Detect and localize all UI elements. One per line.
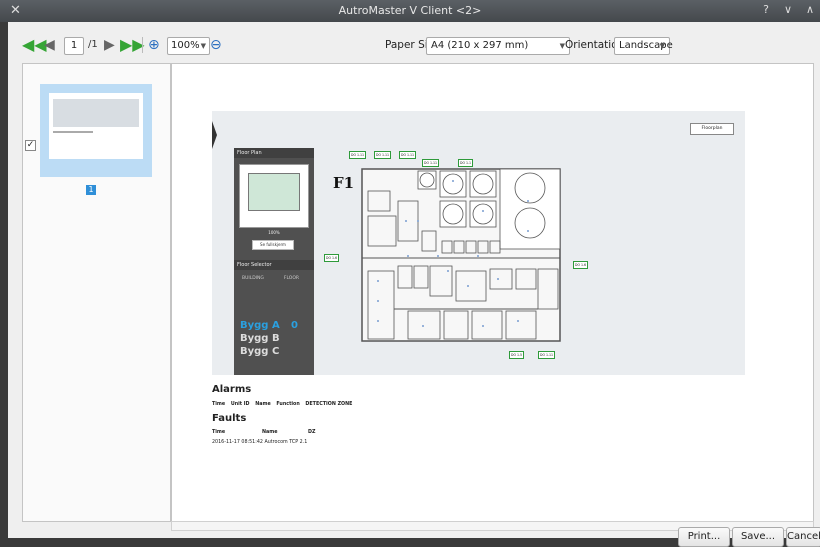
title-bar: ✕ AutroMaster V Client <2> ? ∨ ∧ xyxy=(0,0,820,22)
fault-col-dz: DZ xyxy=(308,430,316,435)
first-page-icon[interactable]: ◀◀ xyxy=(22,35,47,55)
detector-tag: DO 1.11 xyxy=(538,351,556,359)
help-button[interactable]: ? xyxy=(760,3,772,16)
alarms-table-header: Time Unit ID Name Function DETECTION ZON… xyxy=(212,402,356,407)
window-title: AutroMaster V Client <2> xyxy=(338,4,482,17)
paper-size-value: A4 (210 x 297 mm) xyxy=(431,40,529,51)
building-b: Bygg B xyxy=(240,333,280,344)
print-preview-window: ◀◀ ◀ 1 /1 ▶ ▶▶ ⊕ 100% ▼ ⊖ Paper Size: A4 … xyxy=(8,22,820,547)
detector-tag: DO 1.1 xyxy=(458,159,474,167)
thumbnail-image xyxy=(53,99,139,127)
zoom-select[interactable]: 100% ▼ xyxy=(167,37,210,55)
floor-plan-drawing xyxy=(361,168,561,342)
page-preview: Floorplan Floor Plan 100% Se fullskjerm … xyxy=(171,63,814,522)
zoom-in-icon[interactable]: ⊕ xyxy=(148,35,160,55)
page-number-input[interactable]: 1 xyxy=(64,37,84,55)
page-total: /1 xyxy=(88,39,98,50)
detector-tag: DO 1.11 xyxy=(399,151,417,159)
thumbnail-page xyxy=(49,93,143,159)
detector-tag: DO 1.6 xyxy=(324,254,340,262)
minimize-button[interactable]: ∨ xyxy=(782,3,794,16)
alarm-col-unit: Unit ID xyxy=(230,402,250,407)
alarm-col-function: Function xyxy=(276,402,300,407)
mini-zoom-text: 100% xyxy=(268,230,280,235)
thumbnail-panel: ✓ 1 xyxy=(22,63,171,522)
table-row: 2016-11-17 08:51:42 Autrocom TCP 2.1 xyxy=(212,440,307,445)
alarm-col-zone: DETECTION ZONE xyxy=(305,402,353,407)
fault-col-name: Name xyxy=(262,430,278,435)
detector-tag: DO 1.6 xyxy=(573,261,589,269)
alarms-title: Alarms xyxy=(212,384,252,395)
faults-title: Faults xyxy=(212,413,247,424)
snapshot-tab-marker xyxy=(212,121,217,149)
floor-plan-header: Floor Plan xyxy=(234,148,314,158)
prev-page-icon[interactable]: ◀ xyxy=(44,35,55,55)
chevron-down-icon: ▼ xyxy=(200,42,206,50)
zoom-out-icon[interactable]: ⊖ xyxy=(210,35,222,55)
floor-selector-columns: BUILDING FLOOR xyxy=(242,276,319,281)
detector-tag: DO 1.11 xyxy=(349,151,367,159)
building-column: BUILDING xyxy=(242,276,264,281)
paper-size-select[interactable]: A4 (210 x 297 mm) ▼ xyxy=(426,37,570,55)
chevron-down-icon: ▼ xyxy=(659,42,665,50)
print-button[interactable]: Print... xyxy=(678,527,730,547)
save-button[interactable]: Save... xyxy=(732,527,784,547)
zoom-value: 100% xyxy=(171,40,200,51)
mini-map xyxy=(239,164,309,228)
building-c: Bygg C xyxy=(240,346,280,357)
floor-label: F1 xyxy=(333,174,355,192)
floorplan-button: Floorplan xyxy=(690,123,734,135)
detector-tag: DO 1.5 xyxy=(509,351,525,359)
alarm-col-time: Time xyxy=(212,402,226,407)
fullscreen-button: Se fullskjerm xyxy=(252,240,294,250)
active-floor: 0 xyxy=(291,320,298,331)
last-page-icon[interactable]: ▶▶ xyxy=(120,35,145,55)
thumbnail-text xyxy=(53,131,93,157)
detector-tag: DO 1.11 xyxy=(422,159,440,167)
detector-tag: DO 1.11 xyxy=(374,151,392,159)
floor-selector-header: Floor Selector xyxy=(234,260,314,270)
next-page-icon[interactable]: ▶ xyxy=(104,35,115,55)
toolbar: ◀◀ ◀ 1 /1 ▶ ▶▶ ⊕ 100% ▼ ⊖ Paper Size: A4 … xyxy=(8,22,820,68)
floorplan-snapshot: Floorplan Floor Plan 100% Se fullskjerm … xyxy=(212,111,745,375)
page-thumbnail[interactable] xyxy=(40,84,152,177)
page-checkbox[interactable]: ✓ xyxy=(25,140,36,151)
floor-plan-panel: Floor Plan 100% Se fullskjerm Floor Sele… xyxy=(234,148,314,375)
faults-table-header: Time Name DZ xyxy=(212,430,315,435)
thumbnail-page-number: 1 xyxy=(86,185,96,195)
fault-col-time: Time xyxy=(212,430,226,435)
maximize-button[interactable]: ∧ xyxy=(804,3,816,16)
building-a: Bygg A xyxy=(240,320,280,331)
floor-column: FLOOR xyxy=(283,276,300,281)
alarm-col-name: Name xyxy=(255,402,271,407)
mini-map-plan xyxy=(248,173,300,211)
fault-name: Autrocom TCP 2.1 xyxy=(264,440,308,445)
cancel-button[interactable]: Cancel xyxy=(786,527,820,547)
orientation-select[interactable]: Landscape ▼ xyxy=(614,37,673,55)
fault-time: 2016-11-17 08:51:42 xyxy=(212,440,263,445)
toolbar-divider xyxy=(142,37,143,53)
